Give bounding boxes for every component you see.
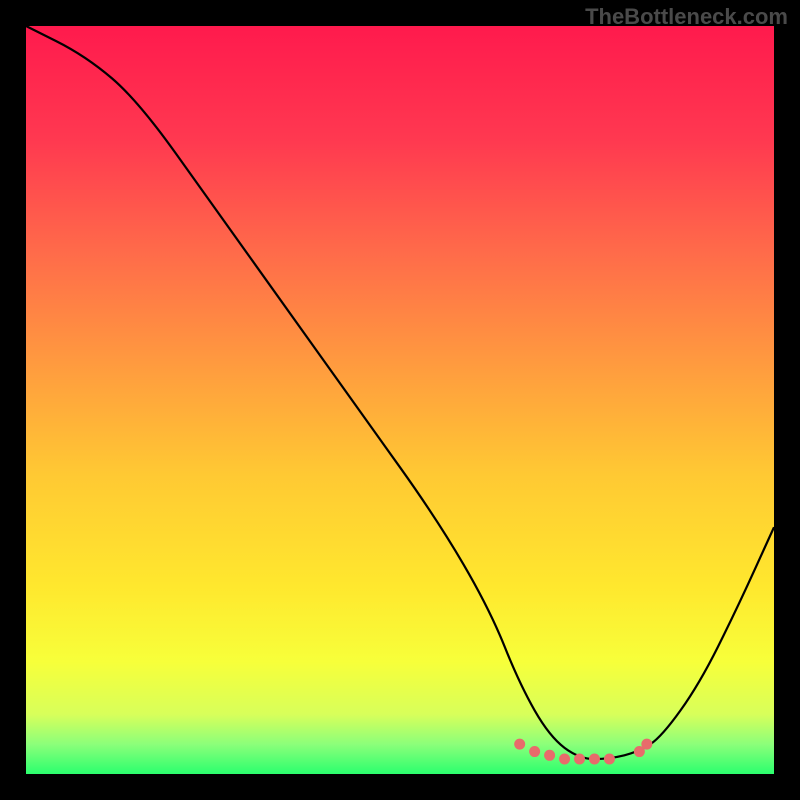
marker-dot <box>641 739 652 750</box>
curve-line <box>26 26 774 759</box>
marker-dot <box>559 754 570 765</box>
marker-dot <box>604 754 615 765</box>
marker-dot <box>544 750 555 761</box>
bottleneck-curve <box>26 26 774 774</box>
chart-plot-area <box>26 26 774 774</box>
marker-dot <box>574 754 585 765</box>
optimal-range-markers <box>514 739 652 765</box>
marker-dot <box>514 739 525 750</box>
marker-dot <box>589 754 600 765</box>
watermark-text: TheBottleneck.com <box>585 4 788 30</box>
marker-dot <box>529 746 540 757</box>
